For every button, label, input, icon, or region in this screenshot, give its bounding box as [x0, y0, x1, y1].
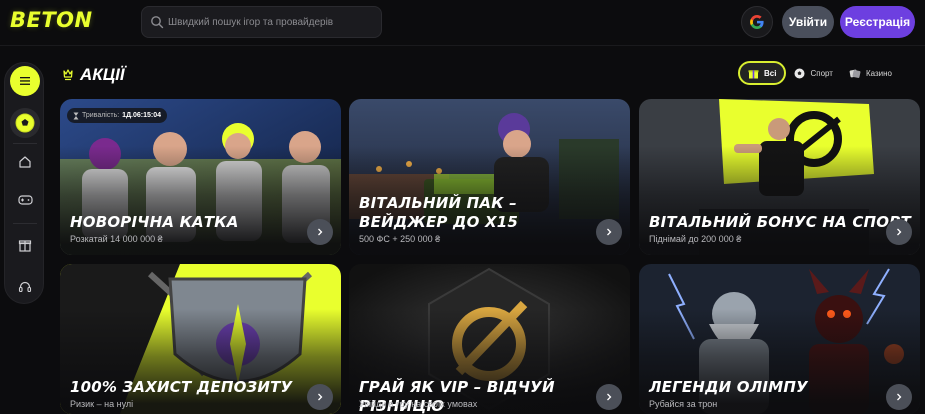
- page-header: Акції: [62, 64, 125, 86]
- chevron-right-icon: [318, 393, 323, 401]
- filter-all[interactable]: Всі: [738, 61, 787, 85]
- google-login-button[interactable]: [741, 6, 773, 38]
- sidebar-divider: [13, 223, 37, 224]
- search-input[interactable]: [168, 7, 378, 37]
- filter-casino[interactable]: Казино: [841, 61, 900, 85]
- promo-open-button[interactable]: [307, 384, 333, 410]
- timer-label: Тривалість:: [82, 112, 120, 119]
- home-icon: [19, 156, 31, 168]
- sidebar-item-home[interactable]: [10, 147, 40, 177]
- promo-open-button[interactable]: [307, 219, 333, 245]
- promo-subtitle: Розкатай 14 000 000 ₴: [70, 234, 163, 244]
- register-button[interactable]: Реєстрація: [840, 6, 915, 38]
- soccer-ball-icon: [794, 68, 805, 78]
- timer-badge: Тривалість: 1Д.06:15:04: [67, 108, 168, 123]
- search-box[interactable]: [141, 6, 382, 38]
- promo-card[interactable]: 100% захист депозиту Ризик – на нулі: [60, 264, 341, 414]
- promo-card[interactable]: Легенди Олімпу Рубайся за трон: [639, 264, 920, 414]
- filter-sport[interactable]: Спорт: [786, 61, 841, 85]
- promo-title: Новорічна катка: [70, 213, 239, 231]
- sidebar-item-sport[interactable]: [10, 108, 40, 138]
- promo-title: Вітальний пак – вейджер до х15: [359, 194, 518, 231]
- sidebar-divider: [13, 143, 37, 144]
- promo-card[interactable]: Тривалість: 1Д.06:15:04 Новорічна катка …: [60, 99, 341, 255]
- promo-card[interactable]: Вітальний пак – вейджер до х15 500 ФС + …: [349, 99, 630, 255]
- page-title: Акції: [80, 65, 125, 84]
- gamepad-icon: [17, 195, 33, 205]
- promo-open-button[interactable]: [596, 384, 622, 410]
- promo-title: Вітальний бонус на спорт: [649, 213, 911, 231]
- promo-open-button[interactable]: [596, 219, 622, 245]
- chevron-right-icon: [318, 228, 323, 236]
- logo[interactable]: BETON: [10, 8, 93, 32]
- search-icon: [151, 16, 164, 29]
- gift-icon: [748, 69, 759, 78]
- promo-subtitle: Рубайся за трон: [649, 399, 718, 409]
- promo-subtitle: Увійди в гру на своїх умовах: [359, 399, 478, 409]
- promo-subtitle: 500 ФС + 250 000 ₴: [359, 234, 441, 244]
- filter-label: Всі: [764, 68, 777, 78]
- promo-open-button[interactable]: [886, 219, 912, 245]
- chevron-right-icon: [897, 393, 902, 401]
- sidebar: [4, 62, 44, 304]
- sidebar-item-support[interactable]: [10, 272, 40, 302]
- promo-subtitle: Ризик – на нулі: [70, 399, 134, 409]
- chevron-right-icon: [607, 228, 612, 236]
- soccer-ball-icon: [15, 113, 35, 133]
- gift-box-icon: [18, 240, 32, 252]
- timer-value: 1Д.06:15:04: [122, 112, 162, 119]
- promo-open-button[interactable]: [886, 384, 912, 410]
- menu-button[interactable]: [10, 66, 40, 96]
- casino-icon: [849, 69, 861, 78]
- promo-filters: Всі Спорт Казино: [738, 60, 900, 86]
- hourglass-icon: [73, 112, 79, 119]
- filter-label: Казино: [865, 68, 892, 78]
- promo-title: 100% захист депозиту: [70, 378, 293, 396]
- headset-icon: [18, 281, 32, 293]
- google-icon: [750, 15, 764, 29]
- chevron-right-icon: [897, 228, 902, 236]
- promo-title: Легенди Олімпу: [649, 378, 808, 396]
- login-button[interactable]: Увійти: [782, 6, 834, 38]
- chevron-right-icon: [607, 393, 612, 401]
- header: BETON Увійти Реєстрація: [0, 0, 925, 46]
- promo-subtitle: Піднімай до 200 000 ₴: [649, 234, 742, 244]
- promo-card[interactable]: Грай як VIP – відчуй різницю Увійди в гр…: [349, 264, 630, 414]
- menu-icon: [20, 77, 30, 85]
- crown-icon: [63, 69, 73, 81]
- filter-label: Спорт: [810, 68, 833, 78]
- sidebar-item-promotions[interactable]: [10, 230, 40, 260]
- promo-card[interactable]: Вітальний бонус на спорт Піднімай до 200…: [639, 99, 920, 255]
- sidebar-item-games[interactable]: [10, 185, 40, 215]
